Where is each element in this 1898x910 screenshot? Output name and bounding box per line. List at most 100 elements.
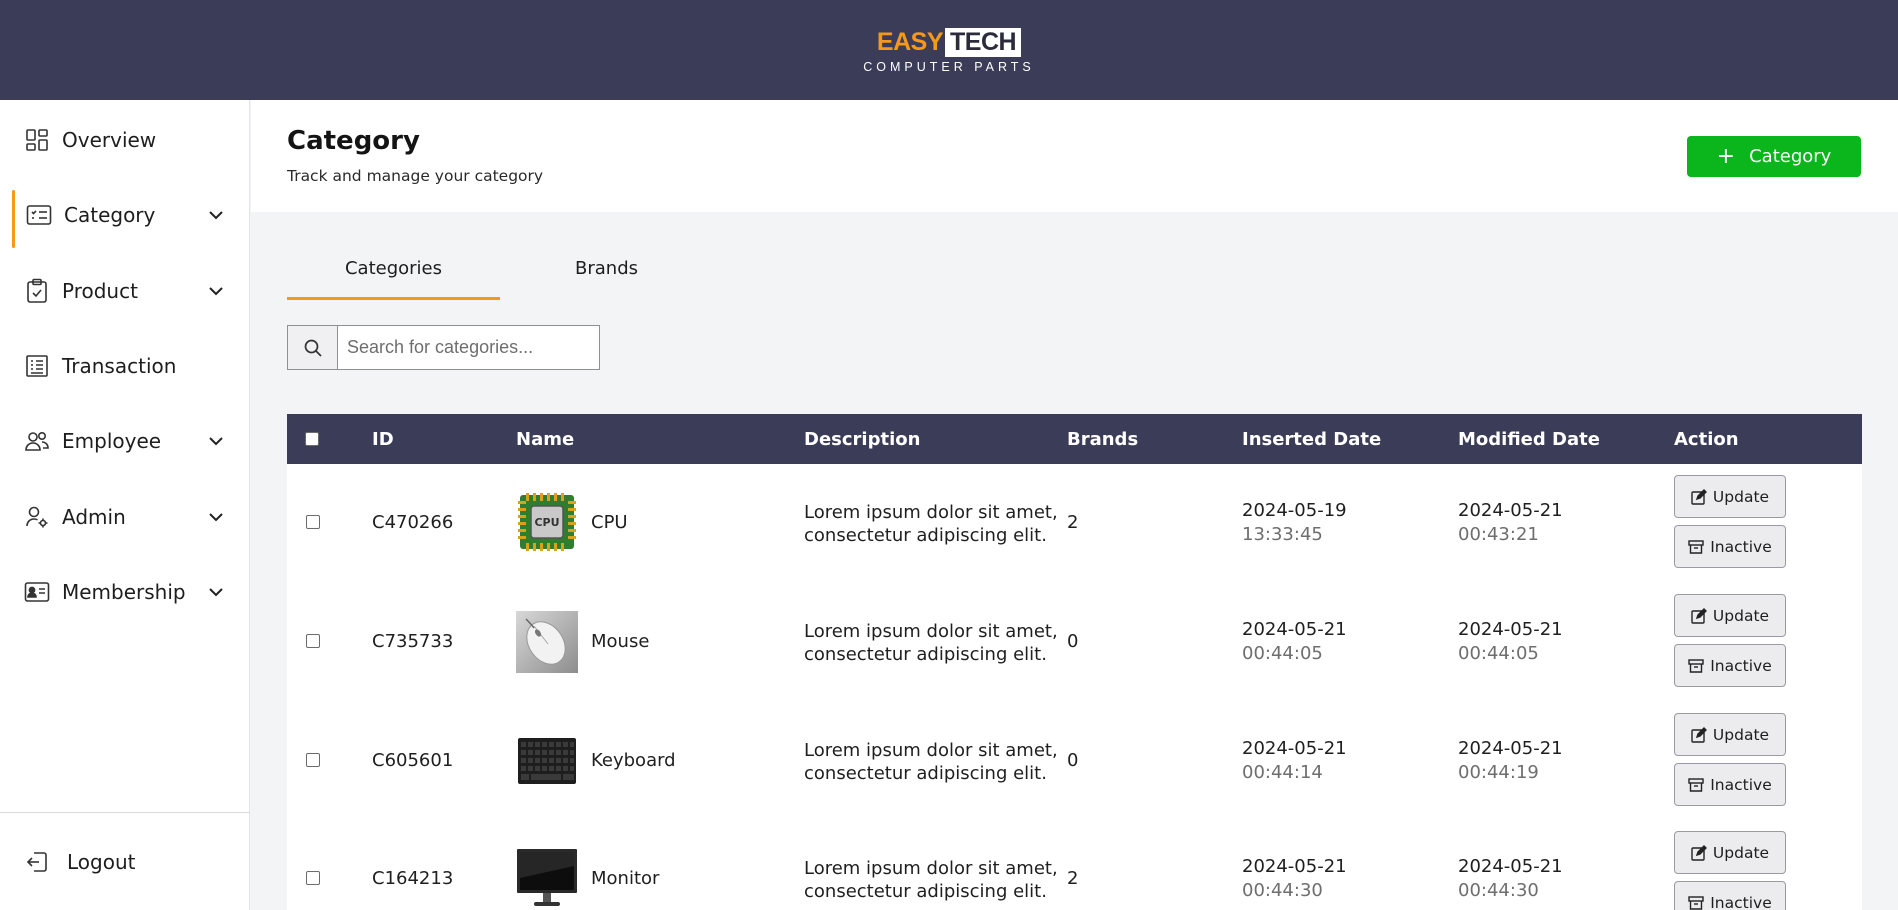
column-header-name[interactable]: Name (516, 414, 574, 464)
inserted-date: 2024-05-19 (1242, 500, 1347, 521)
modified-time: 00:44:05 (1458, 643, 1539, 664)
row-modified: 2024-05-21 00:44:05 (1458, 618, 1563, 666)
sidebar-item-transaction[interactable]: Transaction (0, 341, 250, 391)
update-button[interactable]: Update (1674, 831, 1786, 874)
logout-button[interactable]: Logout (0, 837, 250, 887)
inactive-button[interactable]: Inactive (1674, 644, 1786, 687)
modified-time: 00:44:30 (1458, 880, 1539, 901)
inactive-button[interactable]: Inactive (1674, 525, 1786, 568)
sidebar-item-membership[interactable]: Membership (0, 567, 250, 617)
tab-brands[interactable]: Brands (500, 258, 713, 300)
column-header-brands[interactable]: Brands (1067, 414, 1138, 464)
inserted-date: 2024-05-21 (1242, 738, 1347, 759)
plus-icon: + (1716, 143, 1736, 169)
user-gear-icon (24, 504, 50, 530)
table-row: C470266 CPU CPU Lorem ipsum dolor sit am… (287, 464, 1862, 583)
table-row: C605601 Keyboard Lorem ipsum dolor sit a… (287, 702, 1862, 821)
archive-icon (1688, 777, 1704, 792)
row-checkbox[interactable] (306, 753, 320, 767)
table-body: C470266 CPU CPU Lorem ipsum dolor sit am… (287, 464, 1862, 910)
row-inserted: 2024-05-19 13:33:45 (1242, 499, 1347, 547)
category-list-icon (26, 202, 52, 228)
inserted-time: 00:44:30 (1242, 880, 1323, 901)
chevron-down-icon[interactable] (206, 431, 226, 451)
archive-icon (1688, 658, 1704, 673)
update-label: Update (1712, 725, 1770, 744)
modified-date: 2024-05-21 (1458, 738, 1563, 759)
logo-subtitle: COMPUTER PARTS (863, 60, 1035, 74)
sidebar-item-label: Product (62, 279, 138, 303)
tab-categories[interactable]: Categories (287, 258, 500, 300)
row-brands: 2 (1067, 512, 1079, 533)
row-description-line: Lorem ipsum dolor sit amet, (804, 621, 1058, 642)
inserted-time: 13:33:45 (1242, 524, 1323, 545)
logout-label: Logout (67, 850, 136, 874)
row-modified: 2024-05-21 00:43:21 (1458, 499, 1563, 547)
add-category-label: Category (1749, 146, 1832, 167)
row-inserted: 2024-05-21 00:44:05 (1242, 618, 1347, 666)
search-button[interactable] (288, 326, 338, 369)
row-checkbox[interactable] (306, 871, 320, 885)
mouse-image (516, 611, 578, 673)
inserted-date: 2024-05-21 (1242, 619, 1347, 640)
logout-icon (24, 849, 50, 875)
row-id: C735733 (372, 631, 454, 652)
row-id: C164213 (372, 868, 454, 889)
sidebar-item-product[interactable]: Product (0, 266, 250, 316)
table-row: C735733 Mouse Lorem ipsum dolor sit amet… (287, 583, 1862, 702)
chevron-down-icon[interactable] (206, 205, 226, 225)
sidebar-item-admin[interactable]: Admin (0, 492, 250, 542)
row-checkbox[interactable] (306, 634, 320, 648)
row-description: Lorem ipsum dolor sit amet, consectetur … (804, 857, 1058, 903)
column-header-description[interactable]: Description (804, 414, 920, 464)
sidebar-item-label: Membership (62, 580, 186, 604)
inactive-label: Inactive (1710, 537, 1772, 556)
cpu-image: CPU (516, 491, 578, 553)
row-name: Monitor (591, 868, 660, 889)
row-brands: 2 (1067, 868, 1079, 889)
inserted-time: 00:44:05 (1242, 643, 1323, 664)
row-description-line: consectetur adipiscing elit. (804, 525, 1047, 546)
chevron-down-icon[interactable] (206, 507, 226, 527)
id-card-icon (24, 579, 50, 605)
row-id: C470266 (372, 512, 454, 533)
select-all-cell (305, 414, 319, 464)
column-header-modified-date[interactable]: Modified Date (1458, 414, 1600, 464)
modified-date: 2024-05-21 (1458, 500, 1563, 521)
top-header: EASY TECH COMPUTER PARTS (0, 0, 1898, 100)
monitor-image (516, 848, 578, 910)
update-button[interactable]: Update (1674, 475, 1786, 518)
chevron-down-icon[interactable] (206, 582, 226, 602)
inactive-button[interactable]: Inactive (1674, 763, 1786, 806)
update-button[interactable]: Update (1674, 713, 1786, 756)
search-input[interactable] (338, 326, 599, 369)
row-brands: 0 (1067, 631, 1079, 652)
row-checkbox[interactable] (306, 515, 320, 529)
brand-logo[interactable]: EASY TECH COMPUTER PARTS (856, 26, 1042, 74)
sidebar-item-employee[interactable]: Employee (0, 416, 250, 466)
keyboard-image (516, 730, 578, 792)
select-all-checkbox[interactable] (305, 432, 319, 446)
sidebar-item-category[interactable]: Category (0, 190, 250, 248)
tab-label: Brands (575, 258, 638, 279)
inactive-button[interactable]: Inactive (1674, 881, 1786, 910)
dashboard-icon (24, 127, 50, 153)
chevron-down-icon[interactable] (206, 281, 226, 301)
column-header-inserted-date[interactable]: Inserted Date (1242, 414, 1381, 464)
modified-time: 00:43:21 (1458, 524, 1539, 545)
column-header-id[interactable]: ID (372, 414, 394, 464)
add-category-button[interactable]: + Category (1687, 136, 1861, 177)
row-name: CPU (591, 512, 628, 533)
edit-icon (1691, 488, 1707, 505)
inactive-label: Inactive (1710, 893, 1772, 910)
update-label: Update (1712, 606, 1770, 625)
row-description: Lorem ipsum dolor sit amet, consectetur … (804, 620, 1058, 666)
row-description: Lorem ipsum dolor sit amet, consectetur … (804, 739, 1058, 785)
sidebar-item-overview[interactable]: Overview (0, 115, 250, 165)
table-row: C164213 Monitor Lorem ipsum dolor sit am… (287, 821, 1862, 910)
sidebar-item-label: Admin (62, 505, 126, 529)
column-header-action: Action (1674, 428, 1739, 450)
row-brands: 0 (1067, 750, 1079, 771)
receipt-icon (24, 353, 50, 379)
update-button[interactable]: Update (1674, 594, 1786, 637)
